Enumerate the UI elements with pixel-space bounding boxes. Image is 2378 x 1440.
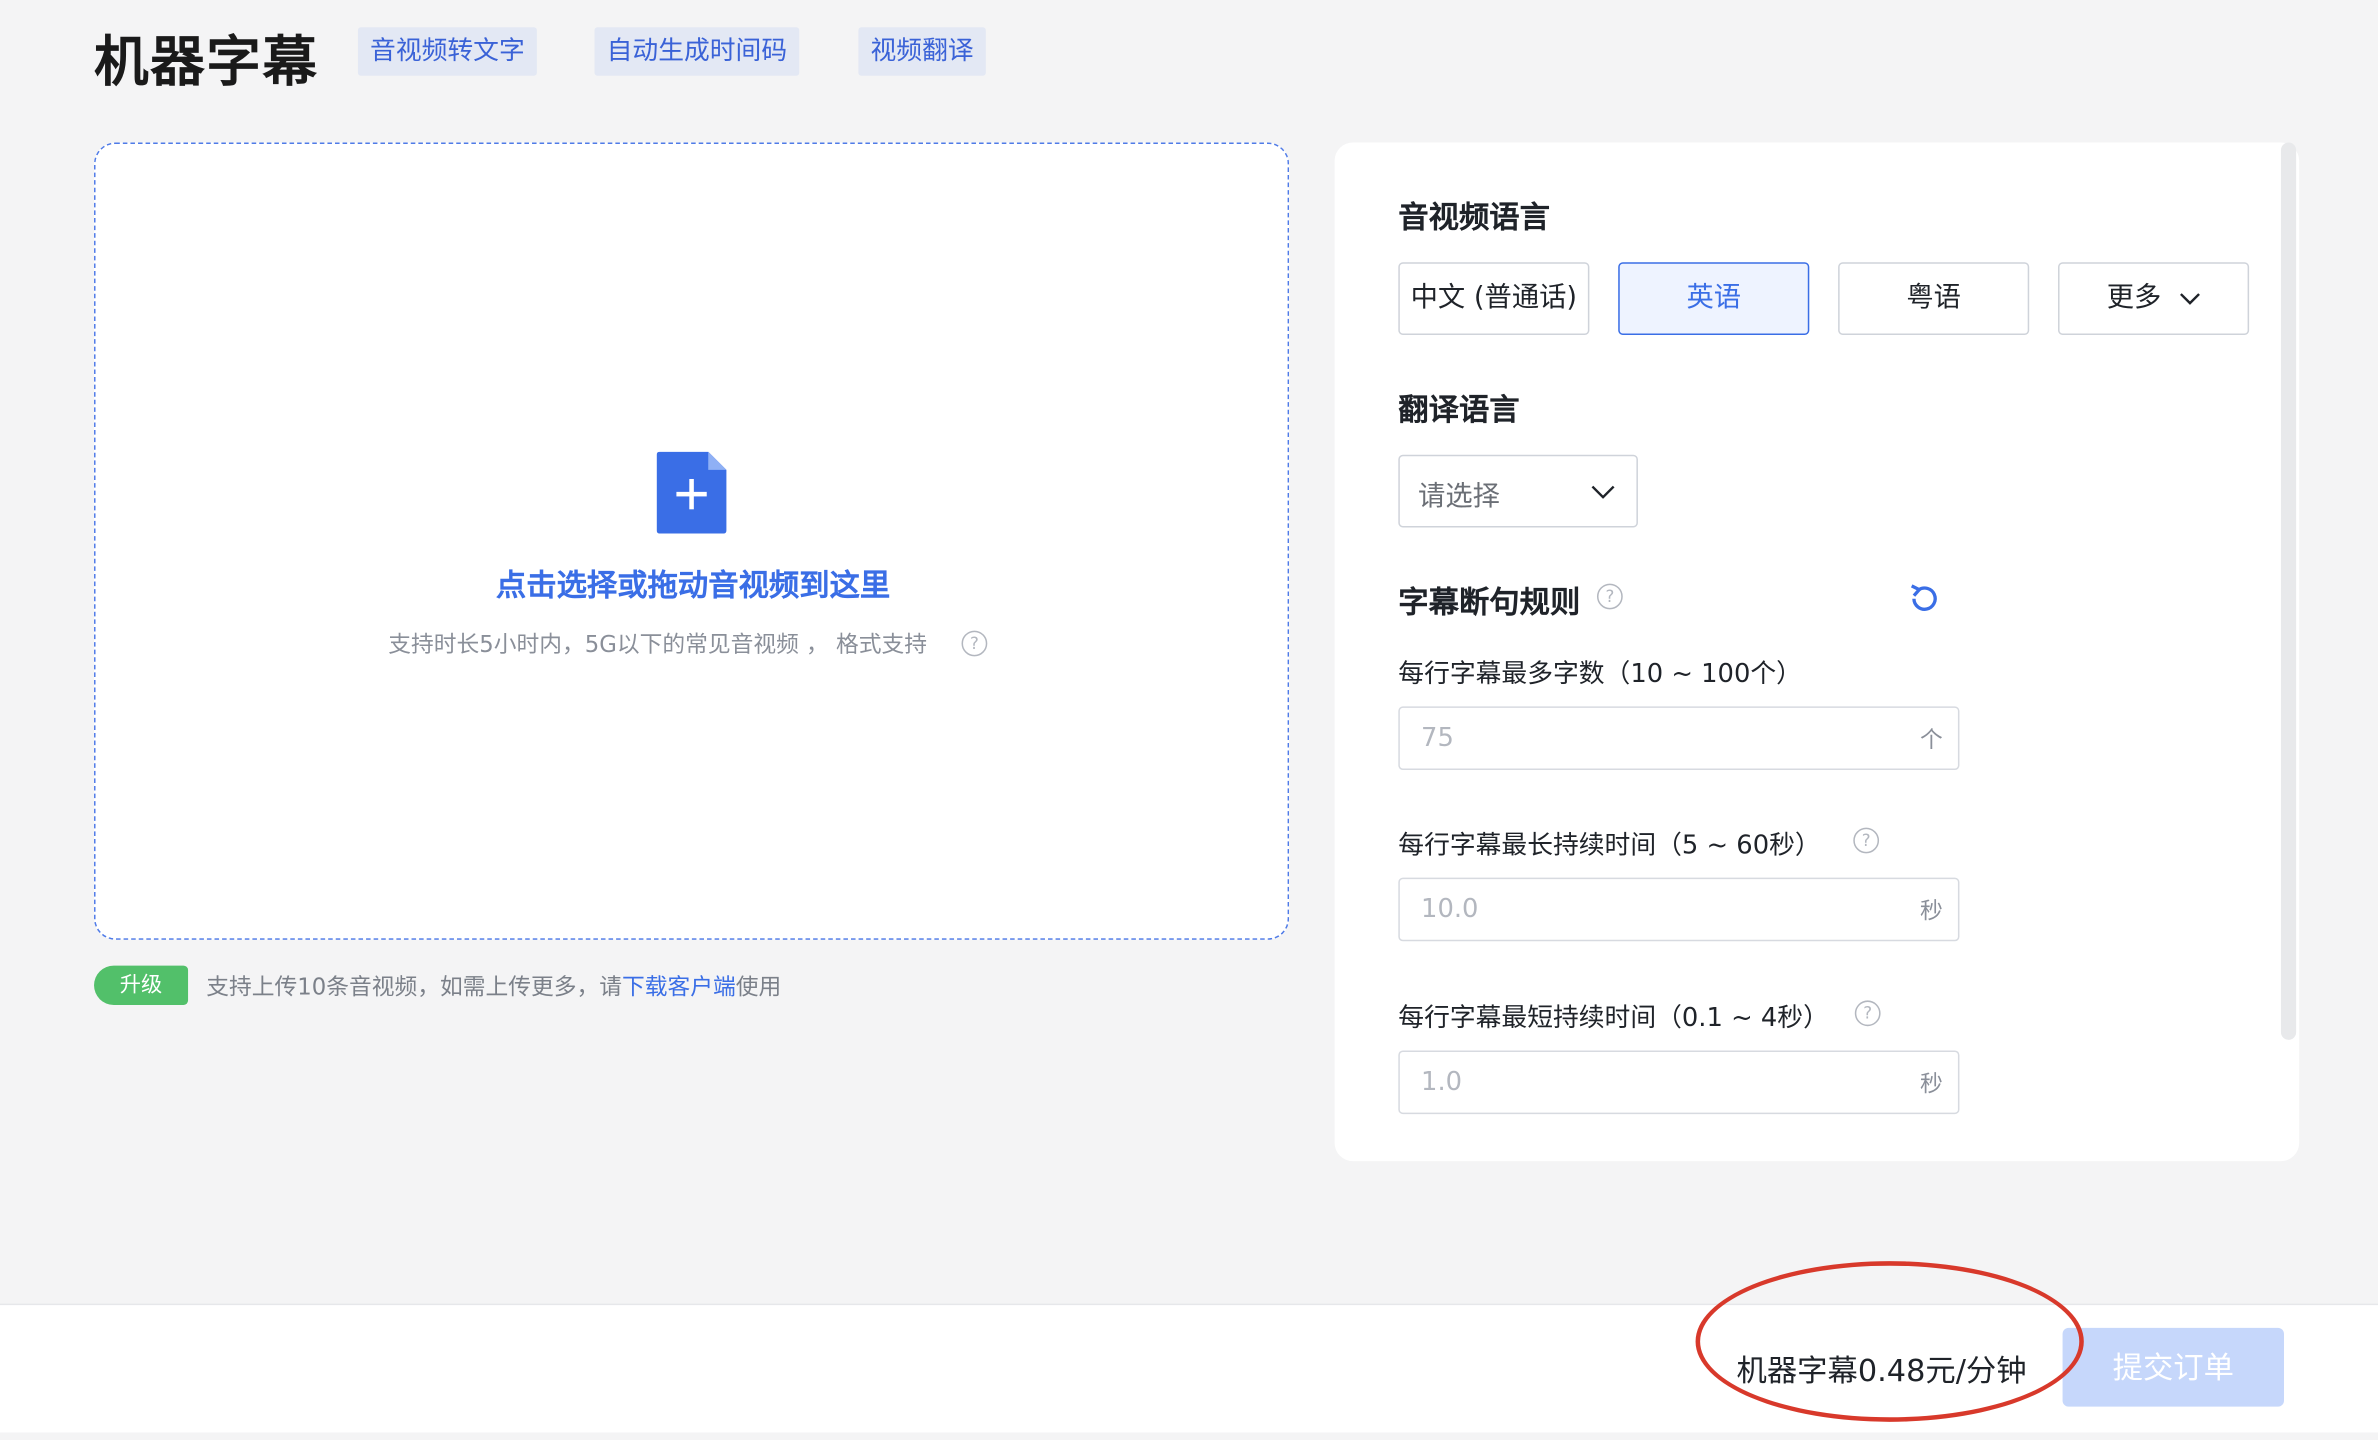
upload-prompt[interactable]: 点击选择或拖动音视频到这里 xyxy=(94,561,1292,605)
max-chars-input[interactable]: 75 个 xyxy=(1398,706,1960,771)
submit-order-button[interactable]: 提交订单 xyxy=(2062,1327,2284,1407)
lang-option-mandarin[interactable]: 中文 (普通话) xyxy=(1398,262,1590,335)
lang-option-cantonese[interactable]: 粤语 xyxy=(1838,262,2030,335)
lang-more-label: 更多 xyxy=(2106,281,2162,314)
lang-option-more[interactable]: 更多 xyxy=(2058,262,2250,335)
min-duration-unit: 秒 xyxy=(1919,1070,1943,1098)
tag-audio-to-text[interactable]: 音视频转文字 xyxy=(357,27,537,76)
page-title: 机器字幕 xyxy=(94,31,319,94)
upgrade-badge[interactable]: 升级 xyxy=(94,965,189,1005)
min-duration-input[interactable]: 1.0 秒 xyxy=(1398,1050,1960,1115)
reset-icon[interactable] xyxy=(1906,581,1942,617)
max-duration-unit: 秒 xyxy=(1919,897,1943,925)
tag-auto-timecode[interactable]: 自动生成时间码 xyxy=(594,27,800,76)
upload-hint-text: 支持时长5小时内，5G以下的常见音视频 ， 格式支持 xyxy=(388,630,928,658)
max-duration-value: 10.0 xyxy=(1421,894,1479,925)
min-duration-label: 每行字幕最短持续时间（0.1 ~ 4秒） xyxy=(1398,1003,1829,1034)
panel-scrollbar[interactable] xyxy=(2280,142,2297,1040)
rules-help-icon[interactable]: ? xyxy=(1596,583,1623,610)
download-client-link[interactable]: 下载客户端 xyxy=(622,973,736,1000)
upload-limit-note: 支持上传10条音视频，如需上传更多，请下载客户端使用 xyxy=(206,970,781,1002)
annotation-ellipse xyxy=(1695,1261,2084,1422)
chevron-down-icon xyxy=(2179,293,2200,305)
max-chars-unit: 个 xyxy=(1919,726,1943,754)
upload-hint: 支持时长5小时内，5G以下的常见音视频 ， 格式支持 xyxy=(388,628,927,660)
min-duration-value: 1.0 xyxy=(1421,1067,1463,1098)
add-file-icon[interactable] xyxy=(656,451,727,534)
max-chars-label: 每行字幕最多字数（10 ~ 100个） xyxy=(1398,659,1802,690)
max-duration-input[interactable]: 10.0 秒 xyxy=(1398,877,1960,942)
max-duration-label: 每行字幕最长持续时间（5 ~ 60秒） xyxy=(1398,830,1821,861)
lang-option-english[interactable]: 英语 xyxy=(1618,262,1810,335)
translation-language-title: 翻译语言 xyxy=(1398,391,1520,428)
chevron-down-icon xyxy=(1591,485,1615,499)
min-duration-help-icon[interactable]: ? xyxy=(1854,1000,1881,1027)
translation-language-select[interactable]: 请选择 xyxy=(1398,454,1638,528)
max-chars-value: 75 xyxy=(1421,723,1454,754)
max-duration-help-icon[interactable]: ? xyxy=(1853,827,1880,854)
upload-dropzone[interactable] xyxy=(94,142,1290,940)
note-prefix: 支持上传10条音视频，如需上传更多，请 xyxy=(206,973,622,1001)
subtitle-rules-title: 字幕断句规则 xyxy=(1398,583,1581,620)
tag-video-translation[interactable]: 视频翻译 xyxy=(858,27,986,76)
note-suffix: 使用 xyxy=(735,973,782,1001)
format-help-icon[interactable]: ? xyxy=(961,630,988,657)
select-placeholder: 请选择 xyxy=(1418,480,1500,513)
audio-language-title: 音视频语言 xyxy=(1398,198,1550,235)
